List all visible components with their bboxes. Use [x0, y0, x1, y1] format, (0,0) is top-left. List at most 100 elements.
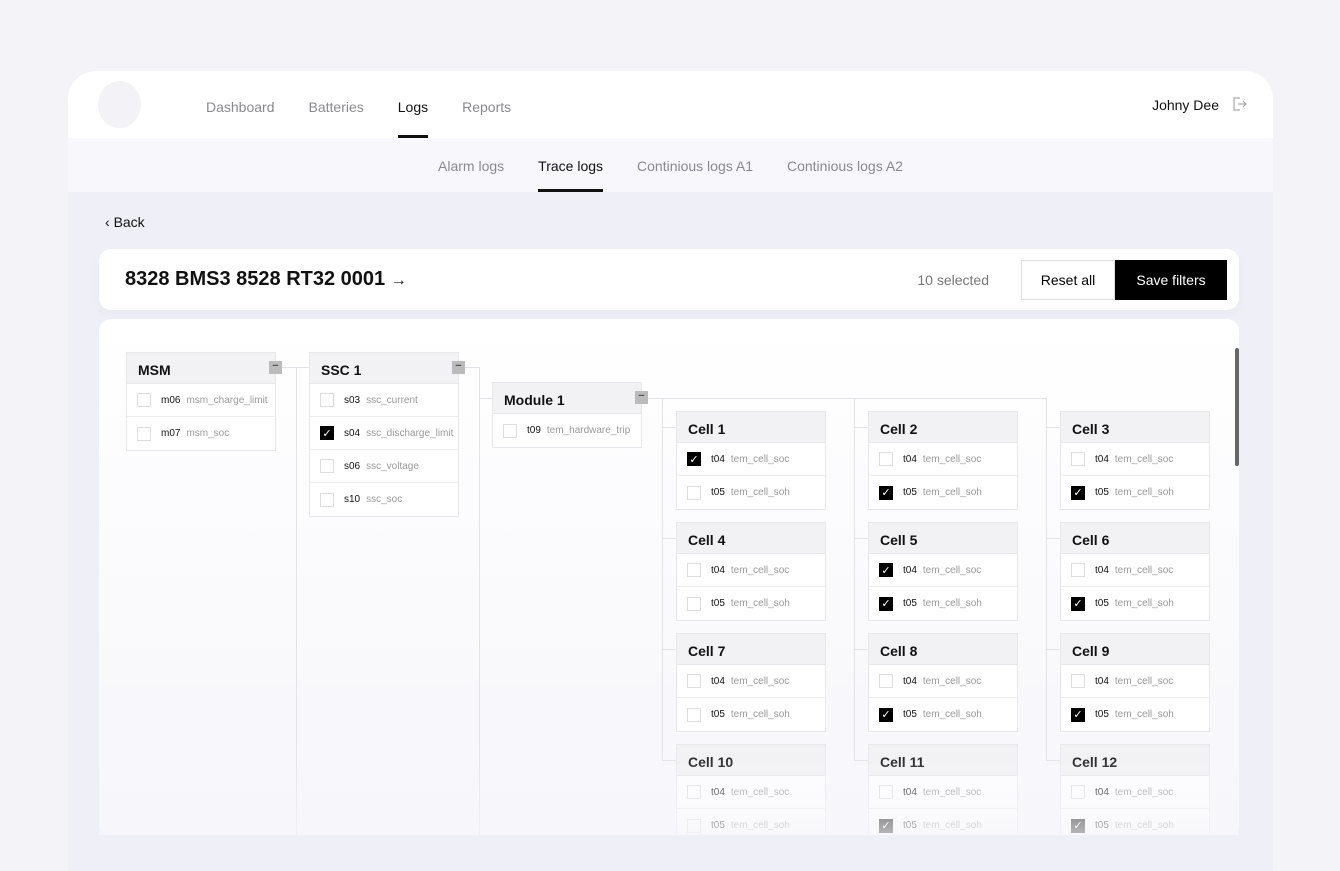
logout-icon[interactable] — [1231, 96, 1247, 112]
filter-row[interactable]: t04 tem_cell_soc — [677, 554, 825, 587]
checkbox[interactable] — [687, 785, 701, 799]
filter-row[interactable]: ✓ t05 tem_cell_soh — [1061, 587, 1209, 620]
filter-row[interactable]: ✓ t04 tem_cell_soc — [677, 443, 825, 476]
checkbox[interactable]: ✓ — [879, 485, 893, 500]
checkbox[interactable]: ✓ — [1071, 818, 1085, 833]
back-link[interactable]: ‹ Back — [105, 214, 145, 230]
filter-row[interactable]: ✓ t05 tem_cell_soh — [869, 698, 1017, 731]
signal-name: msm_soc — [186, 428, 230, 439]
group-header: Cell 10 — [677, 745, 825, 776]
group-cell-2: Cell 2 t04 tem_cell_soc ✓ t05 tem_cell_soh — [868, 411, 1018, 510]
sub-nav: Alarm logs Trace logs Continious logs A1… — [68, 138, 1273, 192]
filter-row[interactable]: t04 tem_cell_soc — [677, 665, 825, 698]
filter-row[interactable]: ✓ t05 tem_cell_soh — [1061, 476, 1209, 509]
filter-row[interactable]: t04 tem_cell_soc — [1061, 665, 1209, 698]
signal-code: t05 — [1095, 487, 1109, 498]
filter-row[interactable]: t04 tem_cell_soc — [677, 776, 825, 809]
filter-row[interactable]: t09 tem_hardware_trip — [493, 414, 641, 447]
signal-code: t05 — [1095, 709, 1109, 720]
checkbox[interactable] — [1071, 452, 1085, 466]
user-name[interactable]: Johny Dee — [1152, 97, 1219, 113]
save-filters-button[interactable]: Save filters — [1115, 260, 1227, 300]
tab-continious-logs-a2[interactable]: Continious logs A2 — [787, 138, 903, 192]
filter-row[interactable]: s10 ssc_soc — [310, 483, 458, 516]
filter-row[interactable]: t05 tem_cell_soh — [677, 809, 825, 835]
filter-row[interactable]: s06 ssc_voltage — [310, 450, 458, 483]
group-header: Cell 3 — [1061, 412, 1209, 443]
checkbox[interactable]: ✓ — [1071, 485, 1085, 500]
filter-row[interactable]: ✓ s04 ssc_discharge_limit — [310, 417, 458, 450]
filter-row[interactable]: ✓ t04 tem_cell_soc — [869, 554, 1017, 587]
checkbox[interactable]: ✓ — [1071, 596, 1085, 611]
filter-row[interactable]: t04 tem_cell_soc — [869, 665, 1017, 698]
filter-row[interactable]: m07 msm_soc — [127, 417, 275, 450]
filter-row[interactable]: s03 ssc_current — [310, 384, 458, 417]
filter-row[interactable]: ✓ t05 tem_cell_soh — [869, 809, 1017, 835]
tab-trace-logs[interactable]: Trace logs — [538, 138, 603, 192]
group-cell-12: Cell 12 t04 tem_cell_soc ✓ t05 tem_cell_soh — [1060, 744, 1210, 835]
signal-name: tem_cell_soh — [1114, 598, 1174, 609]
checkbox[interactable] — [687, 818, 701, 833]
checkbox[interactable]: ✓ — [879, 707, 893, 722]
filter-row[interactable]: t04 tem_cell_soc — [869, 443, 1017, 476]
signal-code: t04 — [903, 564, 917, 576]
signal-code: t09 — [527, 425, 541, 436]
tab-alarm-logs[interactable]: Alarm logs — [438, 138, 504, 192]
filter-row[interactable]: ✓ t05 tem_cell_soh — [1061, 698, 1209, 731]
reset-all-button[interactable]: Reset all — [1021, 260, 1115, 300]
scrollbar[interactable] — [1235, 348, 1239, 466]
checkbox[interactable]: ✓ — [879, 818, 893, 833]
checkbox[interactable] — [687, 707, 701, 722]
filter-row[interactable]: t04 tem_cell_soc — [1061, 554, 1209, 587]
signal-code: t04 — [1095, 564, 1109, 576]
checkbox[interactable] — [879, 785, 893, 799]
checkbox[interactable] — [503, 423, 517, 438]
checkbox[interactable] — [1071, 563, 1085, 577]
nav-reports[interactable]: Reports — [462, 71, 511, 138]
filter-row[interactable]: t05 tem_cell_soh — [677, 476, 825, 509]
checkbox[interactable] — [1071, 785, 1085, 799]
checkbox[interactable] — [320, 393, 334, 407]
filter-row[interactable]: t05 tem_cell_soh — [677, 587, 825, 620]
filter-row[interactable]: ✓ t05 tem_cell_soh — [869, 476, 1017, 509]
checkbox[interactable] — [879, 674, 893, 688]
tab-continious-logs-a1[interactable]: Continious logs A1 — [637, 138, 753, 192]
filter-row[interactable]: t04 tem_cell_soc — [1061, 776, 1209, 809]
checkbox[interactable] — [687, 563, 701, 577]
checkbox[interactable]: ✓ — [879, 563, 893, 577]
checkbox[interactable] — [687, 674, 701, 688]
collapse-icon[interactable]: − — [269, 361, 282, 374]
checkbox[interactable] — [137, 393, 151, 407]
checkbox[interactable] — [137, 426, 151, 441]
checkbox[interactable] — [1071, 674, 1085, 688]
nav-batteries[interactable]: Batteries — [309, 71, 364, 138]
group-title: Module 1 — [504, 392, 565, 408]
checkbox[interactable] — [320, 492, 334, 507]
page-title[interactable]: 8328 BMS3 8528 RT32 0001 → — [125, 268, 407, 291]
signal-code: t04 — [903, 675, 917, 687]
checkbox[interactable] — [879, 452, 893, 466]
signal-name: tem_cell_soh — [730, 709, 790, 720]
checkbox[interactable]: ✓ — [1071, 707, 1085, 722]
nav-logs[interactable]: Logs — [397, 71, 429, 138]
group-cell-4: Cell 4 t04 tem_cell_soc t05 tem_cell_soh — [676, 522, 826, 621]
checkbox[interactable]: ✓ — [879, 596, 893, 611]
checkbox[interactable] — [687, 596, 701, 611]
checkbox[interactable]: ✓ — [320, 426, 334, 440]
filter-row[interactable]: t04 tem_cell_soc — [869, 776, 1017, 809]
checkbox[interactable] — [687, 485, 701, 500]
collapse-icon[interactable]: − — [452, 361, 465, 374]
nav-dashboard[interactable]: Dashboard — [206, 71, 275, 138]
signal-name: tem_cell_soh — [1114, 487, 1174, 498]
group-ssc-1: SSC 1 − s03 ssc_current ✓ s04 ssc_discharge_li… — [309, 352, 465, 517]
filter-row[interactable]: t05 tem_cell_soh — [677, 698, 825, 731]
filter-row[interactable]: t04 tem_cell_soc — [1061, 443, 1209, 476]
filter-row[interactable]: ✓ t05 tem_cell_soh — [869, 587, 1017, 620]
filter-row[interactable]: ✓ t05 tem_cell_soh — [1061, 809, 1209, 835]
checkbox[interactable] — [320, 459, 334, 473]
signal-name: tem_cell_soc — [922, 453, 982, 465]
group-header: Cell 4 — [677, 523, 825, 554]
collapse-icon[interactable]: − — [635, 391, 648, 404]
checkbox[interactable]: ✓ — [687, 452, 701, 466]
filter-row[interactable]: m06 msm_charge_limit — [127, 384, 275, 417]
